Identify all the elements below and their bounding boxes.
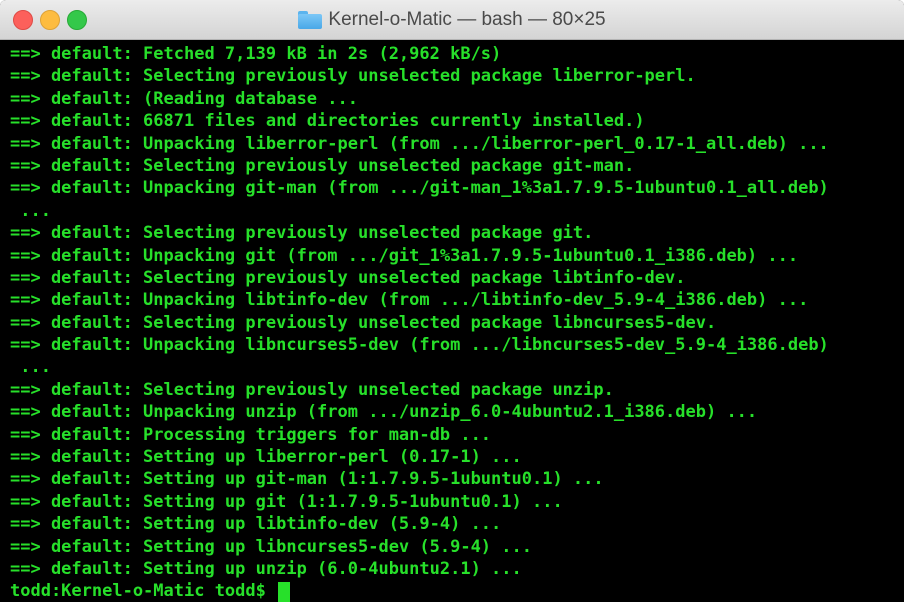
terminal-line: ==> default: Processing triggers for man… <box>10 424 492 445</box>
terminal-line: ==> default: Setting up git (1:1.7.9.5-1… <box>10 491 563 512</box>
terminal-line: ==> default: Unpacking libncurses5-dev (… <box>10 335 829 356</box>
terminal-line: ==> default: Fetched 7,139 kB in 2s (2,9… <box>10 44 502 64</box>
window-title: Kernel-o-Matic — bash — 80×25 <box>328 9 606 30</box>
terminal-line: ==> default: Unpacking liberror-perl (fr… <box>10 133 829 154</box>
window-title-area: Kernel-o-Matic — bash — 80×25 <box>0 0 904 40</box>
terminal-line: ==> default: Unpacking unzip (from .../u… <box>10 402 758 423</box>
terminal-line: ==> default: 66871 files and directories… <box>10 111 645 132</box>
shell-prompt: todd:Kernel-o-Matic todd$ <box>10 581 277 602</box>
output-lines: ==> default: Fetched 7,139 kB in 2s (2,9… <box>10 43 904 580</box>
terminal-line: ==> default: Setting up git-man (1:1.7.9… <box>10 469 604 490</box>
terminal-line: ==> default: Selecting previously unsele… <box>10 66 696 87</box>
cursor <box>278 581 291 602</box>
prompt-line[interactable]: todd:Kernel-o-Matic todd$ <box>10 580 904 602</box>
terminal-line: ==> default: Selecting previously unsele… <box>10 312 717 333</box>
terminal-line: ==> default: Unpacking git-man (from ...… <box>10 178 829 199</box>
folder-icon <box>298 11 323 29</box>
terminal-line: ==> default: Selecting previously unsele… <box>10 379 614 400</box>
terminal-line: ==> default: (Reading database ... <box>10 88 358 109</box>
terminal-line: ==> default: Selecting previously unsele… <box>10 223 594 244</box>
title-bar[interactable]: Kernel-o-Matic — bash — 80×25 <box>0 0 904 40</box>
terminal-line: ==> default: Unpacking libtinfo-dev (fro… <box>10 290 809 311</box>
terminal-line: ==> default: Selecting previously unsele… <box>10 155 635 176</box>
terminal-line: ==> default: Setting up libncurses5-dev … <box>10 536 532 557</box>
terminal-line: ==> default: Selecting previously unsele… <box>10 267 686 288</box>
terminal-line: ==> default: Unpacking git (from .../git… <box>10 245 799 266</box>
terminal-output[interactable]: ==> default: Fetched 7,139 kB in 2s (2,9… <box>0 40 904 602</box>
terminal-window: Kernel-o-Matic — bash — 80×25 ==> defaul… <box>0 0 904 602</box>
terminal-line: ==> default: Setting up unzip (6.0-4ubun… <box>10 558 522 579</box>
terminal-line: ... <box>10 357 51 378</box>
terminal-line: ==> default: Setting up libtinfo-dev (5.… <box>10 514 502 535</box>
terminal-line: ... <box>10 200 51 221</box>
terminal-line: ==> default: Setting up liberror-perl (0… <box>10 447 522 468</box>
